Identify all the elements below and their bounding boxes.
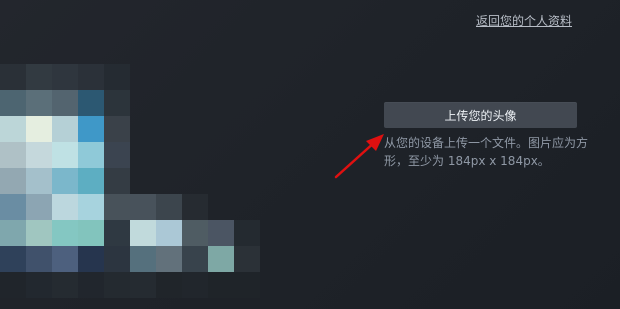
- avatar-tile: [78, 168, 104, 194]
- avatar-tile: [104, 246, 130, 272]
- avatar-tile: [104, 272, 130, 298]
- avatar-tile: [234, 272, 260, 298]
- avatar-tile: [130, 220, 156, 246]
- avatar-tile: [130, 194, 156, 220]
- avatar-tile: [52, 142, 78, 168]
- avatar-tile: [156, 220, 182, 246]
- avatar-tile: [104, 220, 130, 246]
- avatar-tile: [156, 194, 182, 220]
- avatar-tile: [0, 194, 26, 220]
- upload-avatar-button[interactable]: 上传您的头像: [384, 102, 577, 128]
- avatar-tile: [104, 194, 130, 220]
- avatar-tile: [208, 246, 234, 272]
- avatar-tile: [182, 272, 208, 298]
- avatar-tile: [52, 168, 78, 194]
- avatar-tile: [52, 90, 78, 116]
- avatar-tile: [0, 64, 26, 90]
- avatar-tile: [156, 272, 182, 298]
- avatar-tile: [0, 168, 26, 194]
- avatar-tile: [26, 168, 52, 194]
- avatar-tile: [26, 64, 52, 90]
- avatar-tile: [0, 142, 26, 168]
- avatar-tile: [52, 272, 78, 298]
- avatar-tile: [78, 220, 104, 246]
- avatar-tile: [78, 246, 104, 272]
- avatar-tile: [182, 246, 208, 272]
- upload-help-text: 从您的设备上传一个文件。图片应为方形，至少为 184px x 184px。: [384, 136, 589, 168]
- avatar-tile: [52, 246, 78, 272]
- avatar-tile: [0, 220, 26, 246]
- avatar-tile: [26, 90, 52, 116]
- avatar-tile: [0, 246, 26, 272]
- avatar-tile: [52, 116, 78, 142]
- avatar-tile: [156, 246, 182, 272]
- avatar-tile: [130, 246, 156, 272]
- avatar-tile: [104, 64, 130, 90]
- avatar-tile: [0, 272, 26, 298]
- avatar-tile: [182, 194, 208, 220]
- avatar-tile: [26, 142, 52, 168]
- avatar-tile: [208, 272, 234, 298]
- back-to-profile-link[interactable]: 返回您的个人资料: [476, 12, 572, 29]
- avatar-tile: [26, 272, 52, 298]
- avatar-tile: [182, 220, 208, 246]
- avatar-tile: [104, 142, 130, 168]
- avatar-tile: [52, 194, 78, 220]
- avatar-tile: [208, 220, 234, 246]
- avatar-tile: [78, 272, 104, 298]
- avatar-tile: [78, 90, 104, 116]
- avatar-tile: [234, 220, 260, 246]
- avatar-tile: [104, 116, 130, 142]
- avatar-tile: [78, 142, 104, 168]
- avatar-tile: [78, 116, 104, 142]
- avatar-tile: [130, 272, 156, 298]
- avatar-tile: [104, 168, 130, 194]
- avatar-tile: [104, 90, 130, 116]
- upload-avatar-button-label: 上传您的头像: [444, 108, 517, 123]
- avatar-tile: [52, 220, 78, 246]
- avatar-tile: [26, 246, 52, 272]
- avatar-tile: [0, 90, 26, 116]
- avatar-tile: [26, 116, 52, 142]
- avatar-tile: [0, 116, 26, 142]
- avatar-tile: [26, 194, 52, 220]
- avatar-tile: [52, 64, 78, 90]
- avatar-tile: [26, 220, 52, 246]
- avatar-tile: [234, 246, 260, 272]
- avatar-tile: [78, 64, 104, 90]
- avatar-tile: [78, 194, 104, 220]
